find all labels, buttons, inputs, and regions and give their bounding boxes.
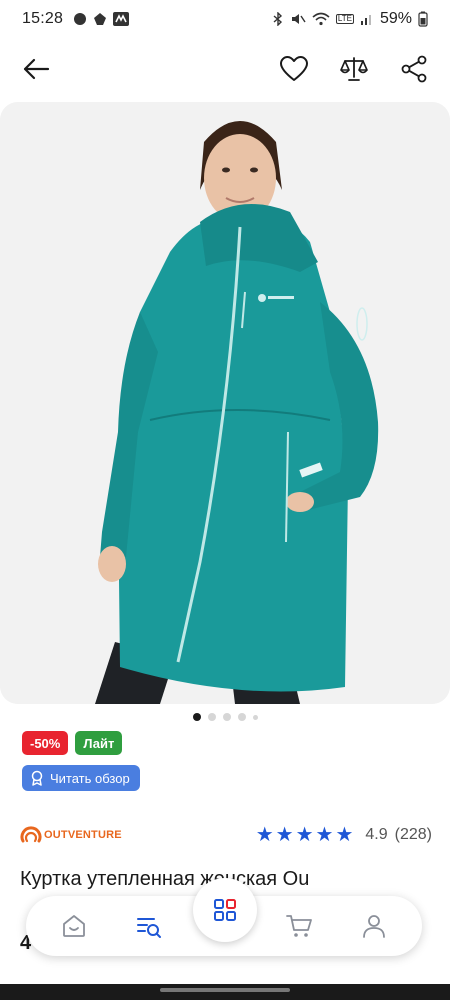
cart-icon — [286, 915, 313, 937]
star-icon: ★ — [315, 824, 334, 846]
back-button[interactable] — [20, 53, 52, 85]
wifi-icon — [312, 12, 330, 26]
notification-icon — [94, 13, 107, 25]
status-time: 15:28 — [22, 10, 64, 27]
battery-percent: 59% — [379, 10, 412, 27]
nav-cart[interactable] — [277, 904, 321, 948]
rating-count: (228) — [394, 826, 432, 843]
brand-link[interactable]: OUTVENTURE — [20, 824, 122, 846]
gallery-pagination — [0, 711, 450, 723]
grid-icon — [214, 899, 236, 921]
brand-rating-row: OUTVENTURE ★ ★ ★ ★ ★ 4.9 (228) — [20, 820, 432, 850]
bluetooth-icon — [273, 12, 282, 26]
home-icon — [62, 915, 85, 937]
nav-home[interactable] — [52, 904, 96, 948]
home-gesture-pill[interactable] — [160, 988, 290, 992]
star-icon: ★ — [275, 824, 294, 846]
award-icon — [31, 770, 43, 786]
outventure-logo-icon — [20, 826, 42, 843]
tier-badge: Лайт — [75, 731, 123, 755]
lte-indicator: LTE — [335, 14, 354, 24]
app-notification-icon — [113, 12, 130, 26]
catalog-search-icon — [136, 918, 161, 938]
arrow-left-icon — [23, 58, 50, 80]
product-image-gallery[interactable] — [0, 102, 450, 704]
nav-catalog-search[interactable] — [127, 904, 171, 948]
gallery-dot[interactable] — [192, 713, 201, 721]
top-bar — [0, 38, 450, 100]
battery-icon — [418, 11, 428, 27]
status-right: LTE 59% — [272, 10, 428, 28]
rating-value: 4.9 — [365, 826, 388, 843]
favorite-button[interactable] — [278, 53, 310, 85]
read-review-button[interactable]: Читать обзор — [22, 765, 140, 791]
notification-icon — [74, 13, 87, 25]
read-review-label: Читать обзор — [50, 770, 130, 786]
share-icon — [401, 55, 427, 83]
rating-summary[interactable]: ★ ★ ★ ★ ★ 4.9 (228) — [256, 825, 432, 845]
gallery-dot[interactable] — [207, 713, 216, 721]
gallery-dot[interactable] — [222, 713, 231, 721]
nav-catalog[interactable] — [193, 878, 257, 942]
gallery-dot[interactable] — [237, 713, 246, 721]
star-icon: ★ — [255, 824, 274, 846]
product-photo — [0, 102, 450, 704]
notification-icons — [73, 12, 130, 26]
system-navigation-bar — [0, 984, 450, 1000]
discount-badge: -50% — [22, 731, 69, 755]
compare-button[interactable] — [338, 53, 370, 85]
mute-icon — [291, 14, 306, 24]
heart-icon — [280, 56, 308, 81]
signal-icon — [360, 15, 371, 25]
nav-profile[interactable] — [352, 904, 396, 948]
status-bar: 15:28 LTE 59% — [0, 0, 450, 38]
scales-icon — [340, 57, 368, 81]
share-button[interactable] — [398, 53, 430, 85]
brand-name: OUTVENTURE — [44, 829, 122, 841]
product-badges: -50% Лайт — [22, 731, 123, 755]
gallery-dot[interactable] — [252, 714, 258, 720]
star-icon: ★ — [335, 824, 354, 846]
profile-icon — [363, 915, 386, 938]
star-icon: ★ — [295, 824, 314, 846]
